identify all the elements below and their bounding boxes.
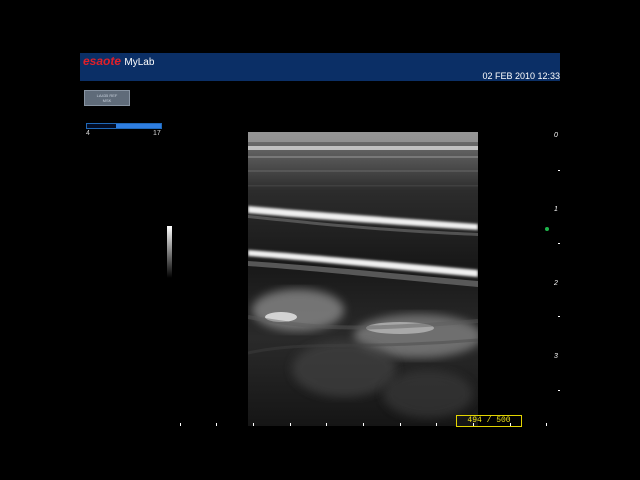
bottom-scale-tick: [180, 423, 181, 426]
ultrasound-screen: esaote MyLab 02 FEB 2010 12:33 LA435 REF…: [0, 0, 640, 480]
probe-indicator: LA435 REF MSK: [84, 90, 130, 106]
probe-preset: MSK: [102, 98, 112, 103]
top-header-bar: esaote MyLab 02 FEB 2010 12:33: [80, 53, 560, 81]
brand-logo: esaote MyLab: [83, 54, 154, 68]
depth-label-0: 0: [554, 132, 558, 139]
bottom-scale-tick: [326, 423, 327, 426]
ultrasound-image-area: [248, 132, 478, 426]
frequency-range-bar: [86, 123, 162, 129]
product-name: MyLab: [124, 57, 155, 68]
date-time-text: 02 FEB 2010 12:33: [482, 71, 560, 81]
bottom-scale-tick: [363, 423, 364, 426]
depth-label-2: 2: [554, 280, 558, 287]
bottom-scale-tick: [510, 423, 511, 426]
depth-tick: [558, 243, 560, 244]
frequency-max-label: 17: [153, 130, 161, 137]
bottom-scale-tick: [216, 423, 217, 426]
frequency-min-label: 4: [86, 130, 90, 137]
depth-label-3: 3: [554, 353, 558, 360]
bottom-scale-tick: [436, 423, 437, 426]
bottom-scale-tick: [546, 423, 547, 426]
bottom-scale-tick: [290, 423, 291, 426]
depth-label-1: 1: [554, 206, 558, 213]
depth-tick: [558, 170, 560, 171]
grayscale-bar: [167, 226, 172, 278]
bottom-scale-tick: [253, 423, 254, 426]
bottom-scale-tick: [400, 423, 401, 426]
bottom-scale-tick: [473, 423, 474, 426]
frequency-range-fill: [116, 124, 161, 128]
depth-tick: [558, 316, 560, 317]
focus-marker: [545, 227, 549, 231]
brand-name: esaote: [83, 54, 122, 68]
depth-tick: [558, 390, 560, 391]
ultrasound-image: [248, 132, 478, 426]
cine-frame-counter: 494 / 500: [456, 415, 522, 427]
